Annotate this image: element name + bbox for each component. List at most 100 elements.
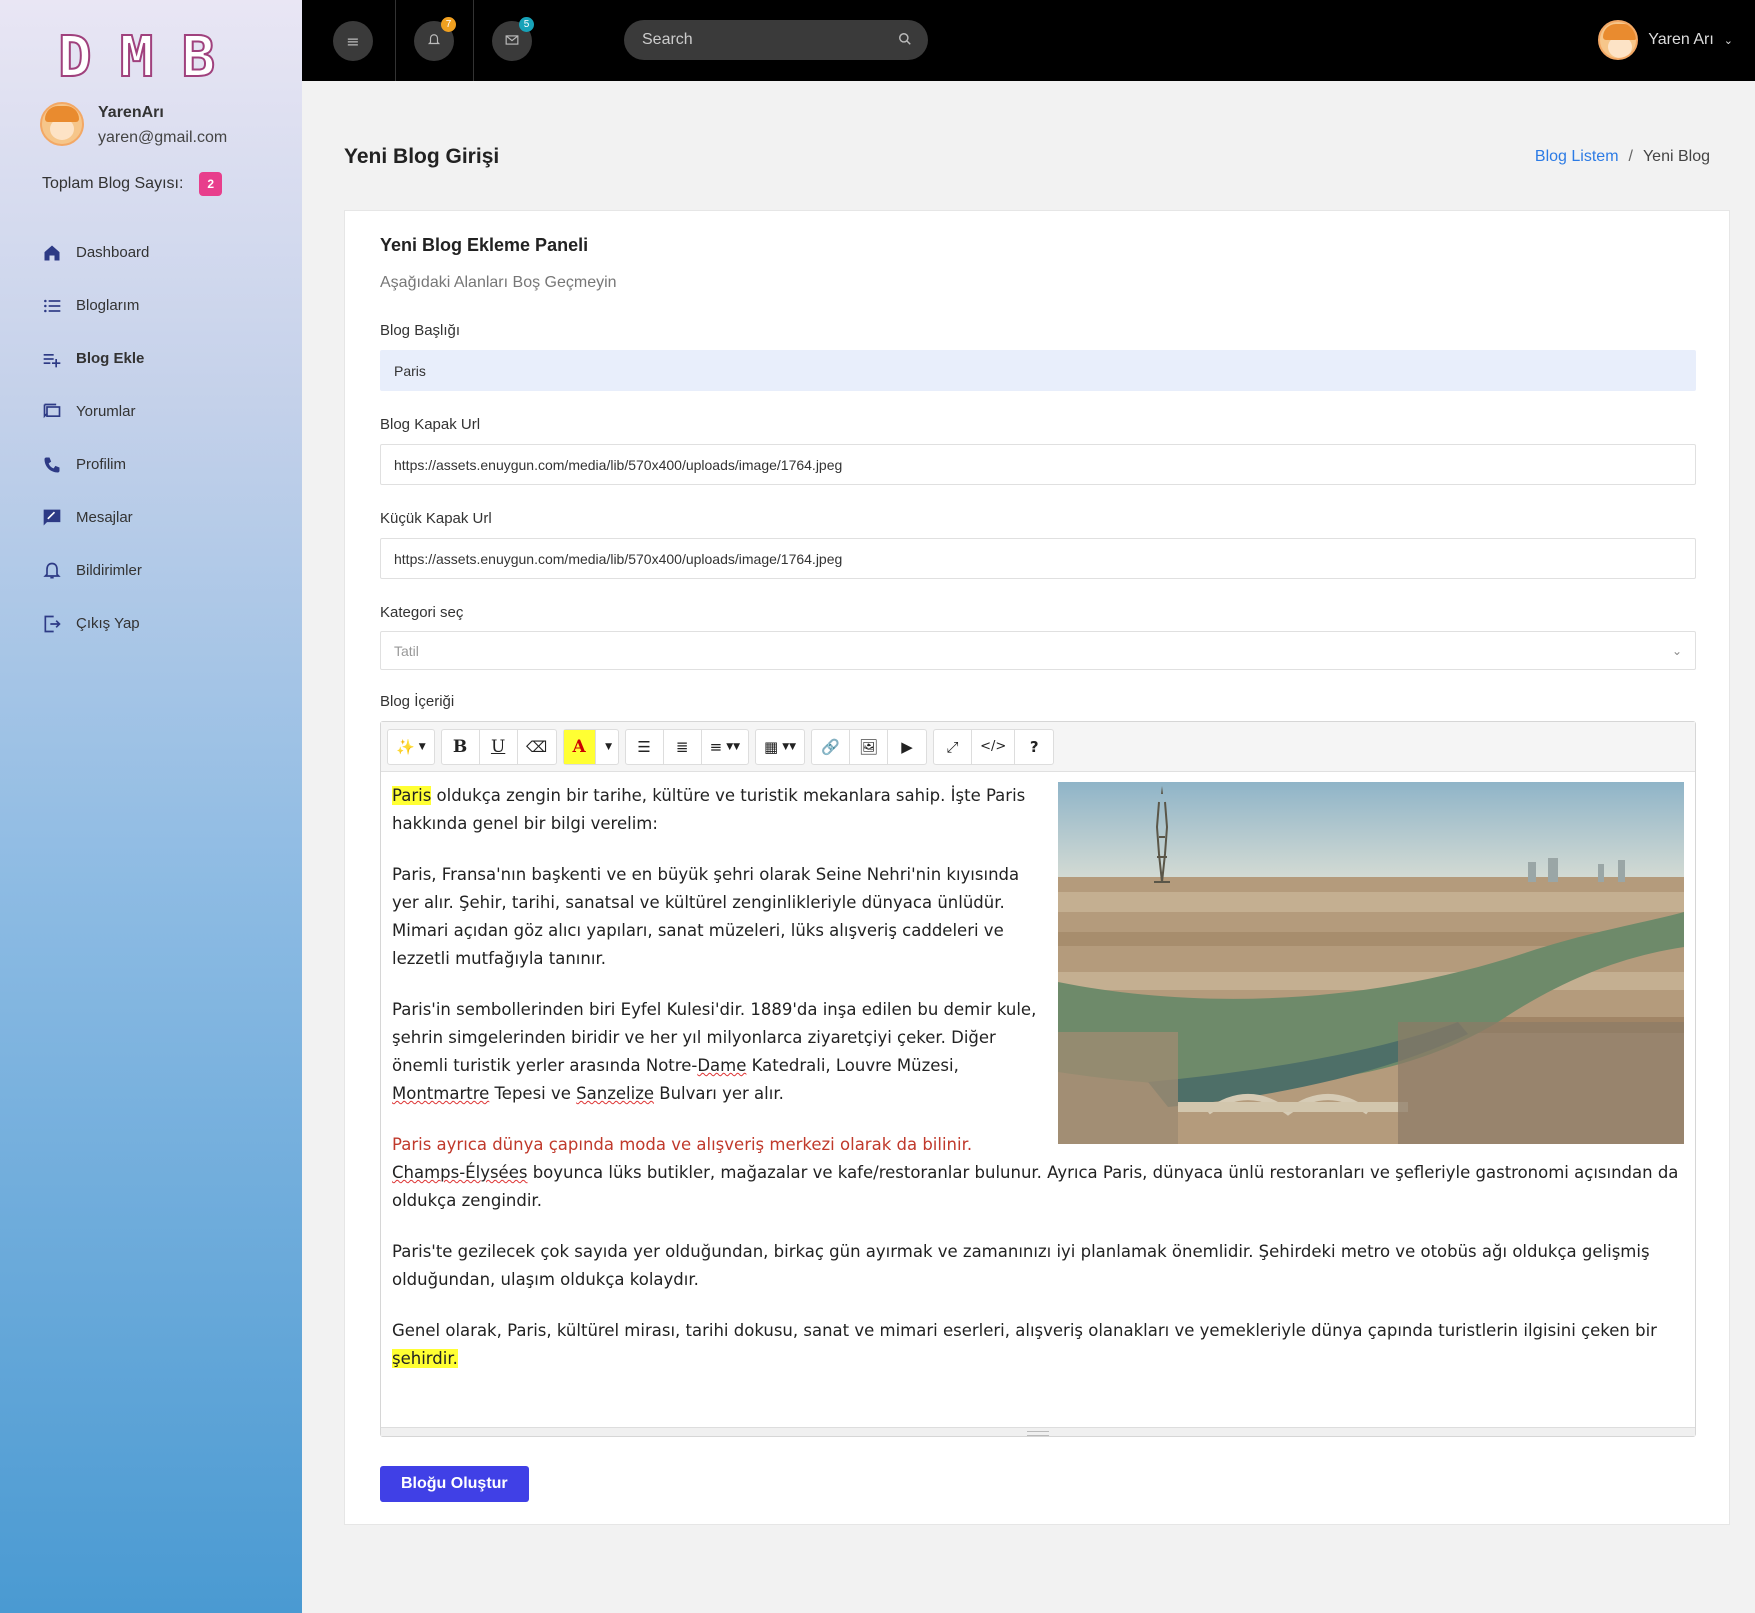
sidebar-item-profilim[interactable]: Profilim <box>42 438 149 491</box>
bold-button[interactable]: B <box>442 729 480 764</box>
paris-photo-illustration <box>1058 782 1684 1144</box>
sidebar-item-mesajlar[interactable]: Mesajlar <box>42 491 149 544</box>
table-button[interactable]: ▦ ▼▼ <box>756 730 804 764</box>
eraser-button[interactable]: ⌫ <box>518 730 556 764</box>
notifications-button[interactable]: 7 <box>414 17 456 61</box>
caret-down-icon: ▼ <box>418 741 426 752</box>
content-label: Blog İçeriği <box>380 693 455 710</box>
list-icon <box>42 296 62 316</box>
editor-toolbar: ✨ ▼ B U ⌫ A ▼ ☰ ≣ ≡ ▼▼ ▦ ▼▼ 🔗 🖼 ▶ ⤢ </> … <box>381 722 1695 772</box>
breadcrumb-current: Yeni Blog <box>1642 148 1710 165</box>
breadcrumb-separator: / <box>1628 148 1633 165</box>
code-view-button[interactable]: </> <box>972 729 1016 764</box>
style-button[interactable]: ✨ ▼ <box>388 730 434 764</box>
sidebar-item-label: Bildirimler <box>76 562 142 579</box>
editor-resize-handle[interactable] <box>381 1427 1695 1436</box>
search-icon[interactable] <box>898 31 912 50</box>
text-color-button[interactable]: A <box>563 729 596 764</box>
misspelled-word: Sanzelize <box>576 1084 655 1103</box>
caret-down-icon: ▼ <box>605 741 613 752</box>
eraser-icon: ⌫ <box>526 737 548 756</box>
unordered-list-button[interactable]: ☰ <box>626 729 664 764</box>
thumb-url-input[interactable] <box>380 538 1696 579</box>
sidebar-item-label: Mesajlar <box>76 509 133 526</box>
text-run: Bulvarı yer alır. <box>654 1084 784 1103</box>
cover-url-input[interactable] <box>380 444 1696 485</box>
sidebar: D M B YarenArı yaren@gmail.com Toplam Bl… <box>0 0 302 1613</box>
menu-toggle-button[interactable]: ≡ <box>333 21 373 61</box>
bullet-list-icon: ☰ <box>637 737 651 756</box>
blog-count-badge: 2 <box>199 172 223 196</box>
hamburger-icon: ≡ <box>346 31 360 51</box>
ordered-list-button[interactable]: ≣ <box>664 729 702 764</box>
video-button[interactable]: ▶ <box>888 730 926 764</box>
toolbar-group-font: B U ⌫ <box>440 728 557 765</box>
divider <box>395 0 396 81</box>
caret-down-icon: ▼▼ <box>726 741 741 752</box>
highlighted-text: Paris <box>392 786 432 805</box>
search-input[interactable] <box>642 31 862 49</box>
sidebar-profile: YarenArı yaren@gmail.com <box>40 102 227 147</box>
text-run: oldukça zengin bir tarihe, kültüre ve tu… <box>392 786 1026 833</box>
text-run: Tepesi ve <box>489 1084 577 1103</box>
numbered-list-icon: ≣ <box>675 737 689 756</box>
help-button[interactable]: ? <box>1015 730 1053 764</box>
user-menu[interactable]: Yaren Arı ⌄ <box>1598 20 1733 60</box>
playlist-add-icon <box>42 349 62 369</box>
category-label: Kategori seç <box>380 604 464 621</box>
message-edit-icon <box>42 508 62 528</box>
picture-button[interactable]: 🖼 <box>850 729 889 764</box>
avatar <box>40 102 84 146</box>
panel-subtitle: Aşağıdaki Alanları Boş Geçmeyin <box>380 274 617 291</box>
misspelled-word: Montmartre <box>392 1084 490 1103</box>
sidebar-item-blog-ekle[interactable]: Blog Ekle <box>42 332 149 385</box>
sidebar-item-label: Bloglarım <box>76 297 140 314</box>
rich-text-editor: ✨ ▼ B U ⌫ A ▼ ☰ ≣ ≡ ▼▼ ▦ ▼▼ 🔗 🖼 ▶ ⤢ </> … <box>380 721 1696 1437</box>
sidebar-item-cikis-yap[interactable]: Çıkış Yap <box>42 597 149 650</box>
panel-title: Yeni Blog Ekleme Paneli <box>380 235 589 255</box>
text-run: boyunca lüks butikler, mağazalar ve kafe… <box>392 1163 1679 1210</box>
paris-photo[interactable] <box>1058 782 1684 1144</box>
underline-button[interactable]: U <box>480 729 518 764</box>
thumb-url-label: Küçük Kapak Url <box>380 510 492 527</box>
messages-badge: 5 <box>519 17 534 32</box>
blog-title-input[interactable] <box>380 350 1696 391</box>
misspelled-word: Champs-Élysées <box>392 1163 528 1182</box>
search-bar <box>624 20 928 60</box>
brand-logo[interactable]: D M B <box>57 25 216 90</box>
paragraph-align-button[interactable]: ≡ ▼▼ <box>702 730 748 764</box>
toolbar-group-view: ⤢ </> ? <box>933 728 1055 765</box>
editor-content[interactable]: Paris oldukça zengin bir tarihe, kültüre… <box>381 772 1695 1418</box>
sidebar-item-bildirimler[interactable]: Bildirimler <box>42 544 149 597</box>
sidebar-item-label: Dashboard <box>76 244 150 261</box>
link-icon: 🔗 <box>821 737 840 756</box>
logo-letter: M <box>119 25 155 90</box>
link-button[interactable]: 🔗 <box>812 729 851 764</box>
fullscreen-icon: ⤢ <box>946 737 959 756</box>
breadcrumb: Blog Listem / Yeni Blog <box>1535 148 1710 166</box>
profile-email: yaren@gmail.com <box>98 129 228 146</box>
sidebar-item-dashboard[interactable]: Dashboard <box>42 226 149 279</box>
category-select[interactable]: Tatil ⌄ <box>380 631 1696 670</box>
breadcrumb-link-blog-listem[interactable]: Blog Listem <box>1535 148 1619 166</box>
toolbar-group-style: ✨ ▼ <box>387 728 435 765</box>
sidebar-item-bloglarim[interactable]: Bloglarım <box>42 279 149 332</box>
fullscreen-button[interactable]: ⤢ <box>934 729 973 764</box>
toolbar-group-para: ☰ ≣ ≡ ▼▼ <box>624 728 750 765</box>
blog-count-label: Toplam Blog Sayısı: <box>42 175 184 192</box>
sidebar-item-yorumlar[interactable]: Yorumlar <box>42 385 149 438</box>
create-blog-button[interactable]: Bloğu Oluştur <box>380 1466 529 1502</box>
color-dropdown-button[interactable]: ▼ <box>596 730 618 764</box>
home-icon <box>42 243 62 263</box>
phone-icon <box>42 455 62 475</box>
sidebar-item-label: Çıkış Yap <box>76 615 140 632</box>
logout-icon <box>42 614 62 634</box>
user-name: Yaren Arı <box>1648 31 1714 48</box>
sidebar-item-label: Profilim <box>76 456 127 473</box>
toolbar-group-table: ▦ ▼▼ <box>755 728 806 765</box>
code-icon: </> <box>980 739 1007 754</box>
sidebar-nav: Dashboard Bloglarım Blog Ekle Yorumlar P… <box>42 226 149 650</box>
sidebar-item-label: Blog Ekle <box>76 350 145 367</box>
messages-button[interactable]: 5 <box>492 17 534 61</box>
blog-form-card: Yeni Blog Ekleme Paneli Aşağıdaki Alanla… <box>344 210 1730 1525</box>
